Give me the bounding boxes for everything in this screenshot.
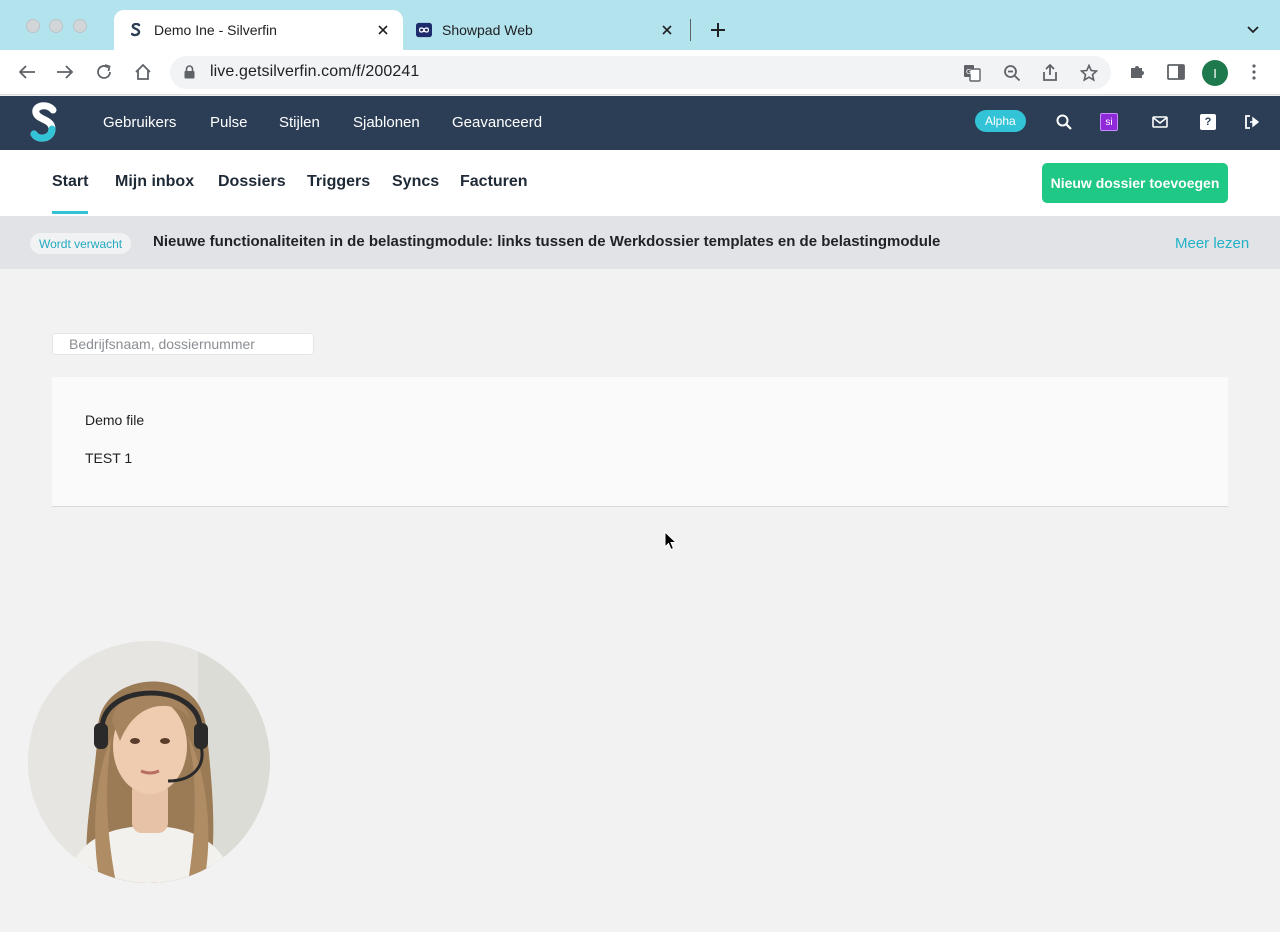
subnav-facturen[interactable]: Facturen — [460, 173, 528, 191]
reload-icon[interactable] — [92, 60, 116, 84]
si-label: si — [1100, 113, 1118, 131]
si-app-icon[interactable]: si — [1099, 112, 1119, 132]
list-item-test-1[interactable]: TEST 1 — [85, 450, 132, 466]
tab-title: Demo Ine - Silverfin — [154, 22, 277, 38]
tab-search-chevron-down-icon[interactable] — [1242, 19, 1264, 41]
list-item-demo-file[interactable]: Demo file — [85, 412, 144, 428]
subnav-start[interactable]: Start — [52, 173, 89, 214]
help-question-icon[interactable]: ? — [1198, 112, 1218, 132]
showpad-favicon-icon — [416, 22, 432, 38]
search-icon[interactable] — [1054, 112, 1074, 132]
app-navbar: Gebruikers Pulse Stijlen Sjablonen Geava… — [0, 96, 1280, 150]
company-search-input[interactable] — [52, 333, 314, 355]
nav-pulse[interactable]: Pulse — [210, 114, 248, 131]
subnav-mijn-inbox[interactable]: Mijn inbox — [115, 173, 194, 191]
nav-sjablonen[interactable]: Sjablonen — [353, 114, 420, 131]
url-text: live.getsilverfin.com/f/200241 — [210, 63, 420, 80]
share-icon[interactable] — [1038, 61, 1062, 85]
subnav-triggers[interactable]: Triggers — [307, 173, 370, 191]
nav-stijlen[interactable]: Stijlen — [279, 114, 320, 131]
svg-text:G: G — [966, 68, 971, 76]
logout-icon[interactable] — [1242, 112, 1262, 132]
browser-menu-kebab-icon[interactable] — [1242, 60, 1266, 84]
lock-icon[interactable] — [184, 65, 195, 84]
add-new-dossier-button[interactable]: Nieuw dossier toevoegen — [1042, 163, 1228, 203]
subnav-dossiers[interactable]: Dossiers — [218, 173, 286, 191]
help-label: ? — [1200, 114, 1216, 130]
browser-toolbar: live.getsilverfin.com/f/200241 G I — [0, 50, 1280, 95]
browser-tab-showpad[interactable]: Showpad Web — [405, 10, 687, 50]
window-zoom-dot[interactable] — [73, 19, 87, 33]
silverfin-favicon-icon — [128, 22, 144, 38]
translate-icon[interactable]: G — [960, 61, 984, 85]
bookmark-star-icon[interactable] — [1077, 61, 1101, 85]
file-list: Demo file TEST 1 — [52, 377, 1228, 507]
webcam-video-bubble — [28, 641, 270, 883]
tab-separator — [690, 19, 691, 41]
silverfin-logo[interactable] — [30, 102, 58, 144]
status-badge: Wordt verwacht — [30, 233, 132, 254]
window-minimize-dot[interactable] — [49, 19, 63, 33]
announcement-text: Nieuwe functionaliteiten in de belasting… — [153, 233, 941, 250]
presenter-video-image — [28, 641, 270, 883]
new-tab-plus-icon[interactable] — [706, 18, 730, 42]
address-bar[interactable]: live.getsilverfin.com/f/200241 G — [170, 56, 1111, 89]
read-more-link[interactable]: Meer lezen — [1175, 235, 1249, 252]
mouse-cursor-icon — [664, 530, 678, 556]
window-close-dot[interactable] — [26, 19, 40, 33]
close-tab-icon[interactable] — [655, 18, 679, 42]
close-tab-icon[interactable] — [371, 18, 395, 42]
browser-tab-silverfin[interactable]: Demo Ine - Silverfin — [114, 10, 403, 50]
back-arrow-icon[interactable] — [15, 60, 39, 84]
nav-geavanceerd[interactable]: Geavanceerd — [452, 114, 542, 131]
announcement-banner: Wordt verwacht Nieuwe functionaliteiten … — [0, 216, 1280, 269]
zoom-out-icon[interactable] — [1000, 61, 1024, 85]
home-icon[interactable] — [131, 60, 155, 84]
extensions-puzzle-icon[interactable] — [1125, 60, 1149, 84]
tab-title: Showpad Web — [442, 22, 533, 38]
mail-envelope-icon[interactable] — [1150, 112, 1170, 132]
profile-avatar[interactable]: I — [1202, 60, 1228, 86]
sub-navigation: Start Mijn inbox Dossiers Triggers Syncs… — [0, 150, 1280, 216]
nav-gebruikers[interactable]: Gebruikers — [103, 114, 176, 131]
browser-tab-strip: Demo Ine - Silverfin Showpad Web — [0, 0, 1280, 50]
side-panel-icon[interactable] — [1164, 60, 1188, 84]
alpha-badge[interactable]: Alpha — [975, 110, 1026, 132]
forward-arrow-icon[interactable] — [53, 60, 77, 84]
subnav-syncs[interactable]: Syncs — [392, 173, 439, 191]
